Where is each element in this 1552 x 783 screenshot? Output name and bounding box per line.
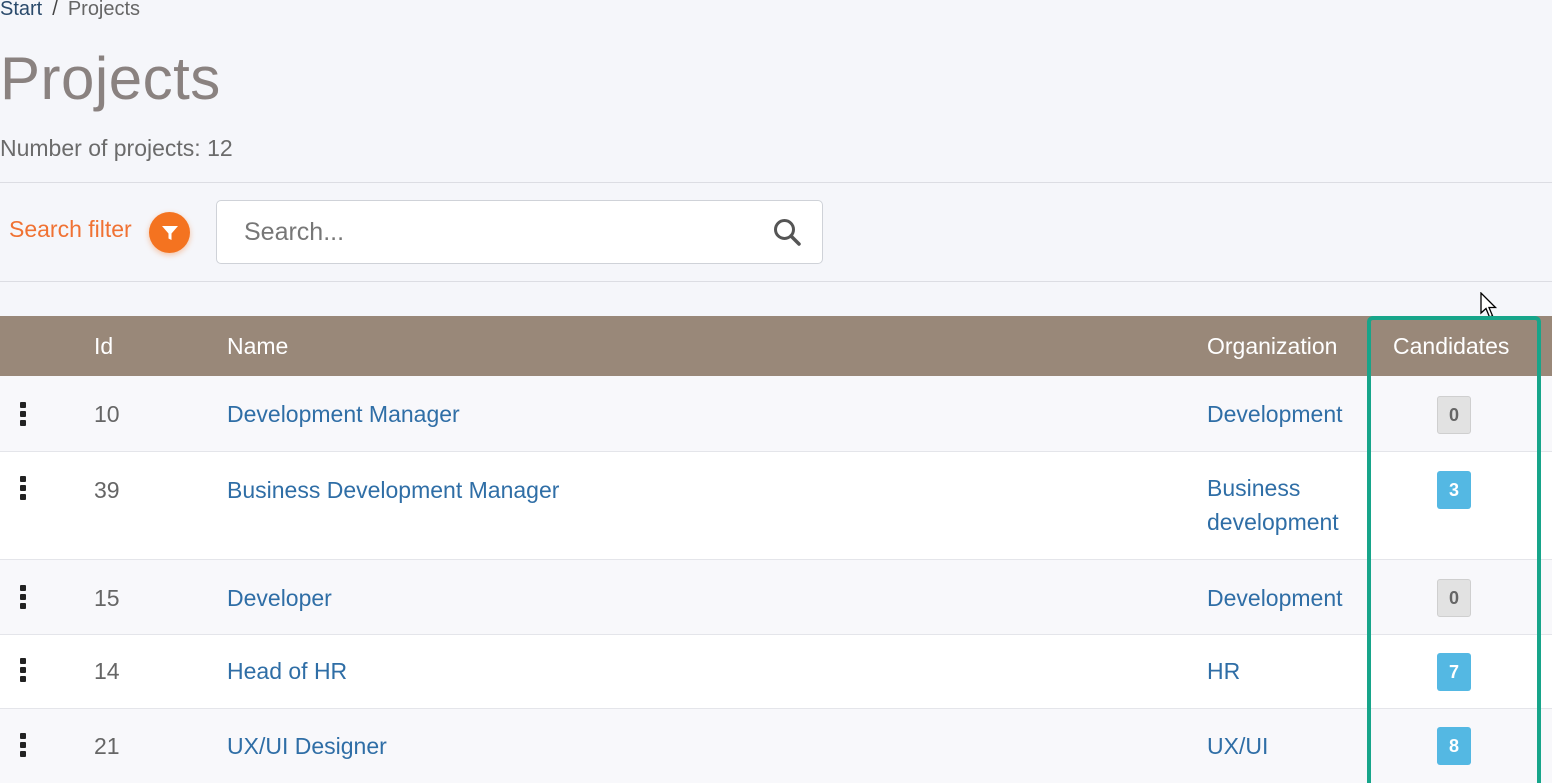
table-row: 14 Head of HR HR 7 xyxy=(0,635,1552,709)
row-id: 39 xyxy=(94,477,120,503)
search-box xyxy=(216,200,823,264)
table-row: 15 Developer Development 0 xyxy=(0,560,1552,635)
project-count: Number of projects: 12 xyxy=(0,135,233,161)
breadcrumb-start-link[interactable]: Start xyxy=(0,0,42,20)
search-input[interactable] xyxy=(217,201,757,263)
funnel-icon[interactable] xyxy=(149,212,190,253)
organization-link[interactable]: Development xyxy=(1207,397,1367,431)
column-header-candidates[interactable]: Candidates xyxy=(1393,333,1509,360)
column-header-organization[interactable]: Organization xyxy=(1207,333,1337,360)
row-menu-icon[interactable] xyxy=(18,476,28,502)
candidates-badge[interactable]: 3 xyxy=(1437,471,1471,509)
breadcrumb-separator: / xyxy=(52,0,58,20)
table-row: 10 Development Manager Development 0 xyxy=(0,376,1552,452)
row-menu-icon[interactable] xyxy=(18,585,28,611)
project-name-link[interactable]: UX/UI Designer xyxy=(227,733,387,760)
organization-link[interactable]: UX/UI xyxy=(1207,729,1367,763)
table-row: 39 Business Development Manager Business… xyxy=(0,452,1552,560)
row-id: 10 xyxy=(94,401,120,427)
row-menu-icon[interactable] xyxy=(18,658,28,684)
table-row: 21 UX/UI Designer UX/UI 8 xyxy=(0,709,1552,783)
divider xyxy=(0,182,1552,183)
organization-link[interactable]: Business development xyxy=(1207,471,1367,539)
project-name-link[interactable]: Business Development Manager xyxy=(227,477,559,504)
project-name-link[interactable]: Development Manager xyxy=(227,401,460,428)
row-id: 21 xyxy=(94,733,120,759)
magnifier-icon[interactable] xyxy=(772,217,802,247)
organization-link[interactable]: Development xyxy=(1207,581,1367,615)
project-name-link[interactable]: Developer xyxy=(227,585,332,612)
row-menu-icon[interactable] xyxy=(18,402,28,428)
row-id: 14 xyxy=(94,658,120,684)
project-name-link[interactable]: Head of HR xyxy=(227,658,347,685)
row-menu-icon[interactable] xyxy=(18,733,28,759)
page-title: Projects xyxy=(0,45,221,112)
search-filter-toggle[interactable]: Search filter xyxy=(9,216,132,243)
organization-link[interactable]: HR xyxy=(1207,654,1367,688)
candidates-badge[interactable]: 0 xyxy=(1437,579,1471,617)
breadcrumb: Start / Projects xyxy=(0,0,140,21)
table-header: Id Name Organization Candidates xyxy=(0,316,1552,376)
column-header-name[interactable]: Name xyxy=(227,333,288,360)
row-id: 15 xyxy=(94,585,120,611)
column-header-id[interactable]: Id xyxy=(94,333,113,360)
breadcrumb-current: Projects xyxy=(67,0,141,20)
candidates-badge[interactable]: 0 xyxy=(1437,396,1471,434)
projects-page: Start / Projects Projects Number of projec… xyxy=(0,0,1552,783)
divider xyxy=(0,281,1552,282)
candidates-badge[interactable]: 7 xyxy=(1437,653,1471,691)
candidates-badge[interactable]: 8 xyxy=(1437,727,1471,765)
